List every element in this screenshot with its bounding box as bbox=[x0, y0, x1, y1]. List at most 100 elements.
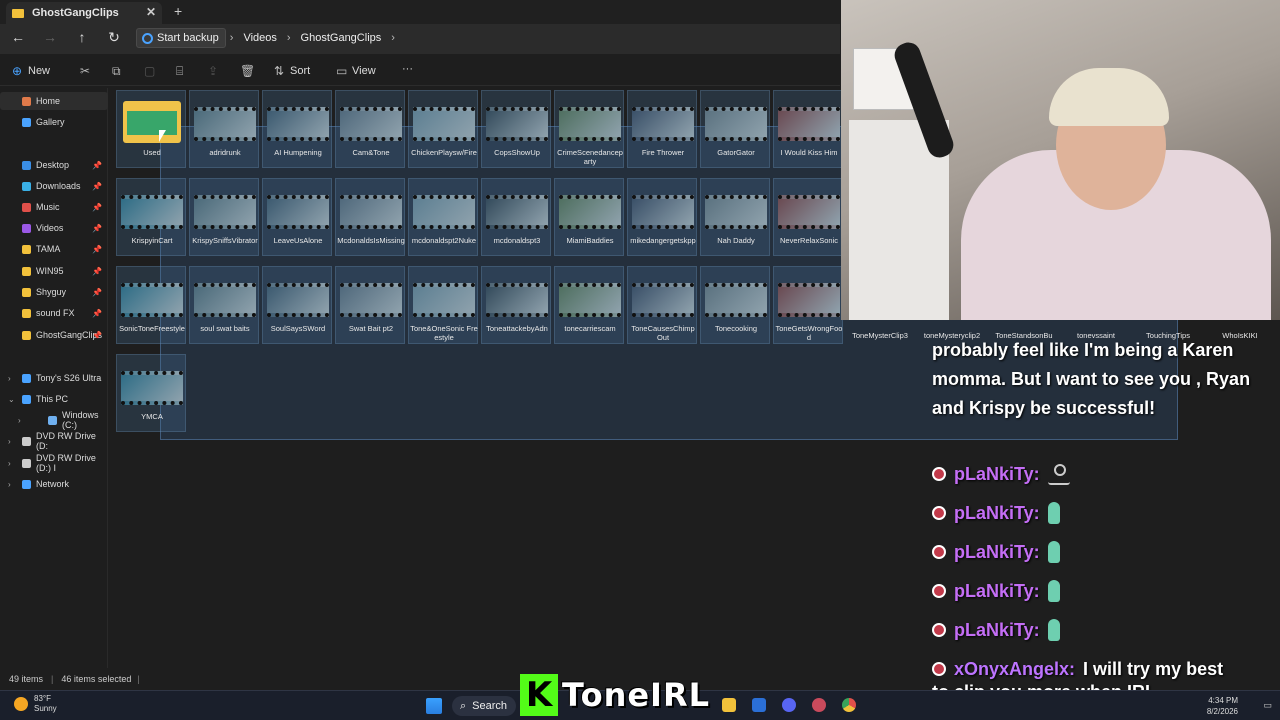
video-file-item[interactable]: Cam&Tone bbox=[335, 90, 405, 168]
chat-username: pLaNkiTy: bbox=[954, 502, 1040, 523]
video-thumbnail bbox=[486, 107, 548, 141]
video-file-item[interactable]: CrimeScenedanceparty bbox=[554, 90, 624, 168]
delete-icon[interactable]: 🗑 bbox=[240, 64, 255, 78]
sidebar-item-videos[interactable]: Videos 📌 bbox=[0, 219, 108, 237]
notification-icon[interactable]: ▭ bbox=[1263, 700, 1272, 711]
video-file-item[interactable]: KrispySniffsVibrator bbox=[189, 178, 259, 256]
close-tab-icon[interactable]: ✕ bbox=[146, 5, 156, 19]
video-file-item[interactable]: AI Humpening bbox=[262, 90, 332, 168]
breadcrumb-videos[interactable]: Videos bbox=[237, 29, 282, 47]
sidebar-item-sound-fx[interactable]: sound FX 📌 bbox=[0, 304, 108, 322]
video-file-item[interactable]: Nah Daddy bbox=[700, 178, 770, 256]
file-name: SonicToneFreestyle bbox=[119, 324, 185, 333]
discord-icon[interactable] bbox=[782, 698, 796, 712]
file-name: ToneCausesChimpOut bbox=[631, 324, 695, 342]
start-backup-button[interactable]: Start backup bbox=[136, 28, 226, 48]
forward-button[interactable]: → bbox=[40, 29, 60, 45]
new-tab-button[interactable]: + bbox=[174, 3, 182, 19]
expand-chevron-icon[interactable]: › bbox=[8, 437, 11, 446]
refresh-button[interactable]: ↻ bbox=[104, 29, 124, 46]
cut-icon[interactable]: ✂ bbox=[80, 64, 90, 78]
video-file-item[interactable]: ToneGetsWrongFood bbox=[773, 266, 843, 344]
video-file-item[interactable]: CopsShowUp bbox=[481, 90, 551, 168]
tab-ghostgangclips[interactable]: GhostGangClips ✕ bbox=[6, 2, 162, 24]
drive-icon bbox=[22, 479, 31, 489]
video-file-item[interactable]: KrispyinCart bbox=[116, 178, 186, 256]
taskbar-search[interactable]: ⌕ Search bbox=[452, 696, 516, 716]
expand-chevron-icon[interactable]: › bbox=[8, 459, 11, 468]
sidebar-item-shyguy[interactable]: Shyguy 📌 bbox=[0, 283, 108, 301]
video-file-item[interactable]: mcdonaldspt2Nuke bbox=[408, 178, 478, 256]
sidebar-item-this-pc[interactable]: ⌄ This PC bbox=[0, 390, 108, 408]
video-file-item[interactable]: Tone&OneSonic Freestyle bbox=[408, 266, 478, 344]
expand-chevron-icon[interactable]: › bbox=[8, 480, 11, 489]
video-file-item[interactable]: SonicToneFreestyle bbox=[116, 266, 186, 344]
expand-chevron-icon[interactable]: › bbox=[8, 374, 11, 383]
video-file-item[interactable]: NeverRelaxSonic bbox=[773, 178, 843, 256]
sidebar-item-win95[interactable]: WIN95 📌 bbox=[0, 262, 108, 280]
copy-icon[interactable]: ⧉ bbox=[112, 64, 121, 79]
breadcrumb-ghostgangclips[interactable]: GhostGangClips bbox=[295, 29, 388, 47]
sort-button[interactable]: Sort bbox=[290, 65, 310, 77]
video-file-item[interactable]: LeaveUsAlone bbox=[262, 178, 332, 256]
video-file-item[interactable]: I Would Kiss Him bbox=[773, 90, 843, 168]
status-bar: 49 items | 46 items selected | bbox=[9, 674, 140, 684]
video-file-item[interactable]: Tonecooking bbox=[700, 266, 770, 344]
file-name[interactable]: ToneMysterClip3 bbox=[846, 331, 914, 340]
sidebar-item-home[interactable]: Home bbox=[0, 92, 108, 110]
sidebar-item-label: Desktop bbox=[36, 160, 70, 170]
video-file-item[interactable]: tonecarriescam bbox=[554, 266, 624, 344]
weather-widget[interactable]: 83°F Sunny bbox=[14, 694, 57, 714]
paste-icon[interactable]: ▢ bbox=[144, 64, 155, 78]
file-explorer-icon[interactable] bbox=[722, 698, 736, 712]
sidebar-item-desktop[interactable]: Desktop 📌 bbox=[0, 156, 108, 174]
sidebar-item-network[interactable]: › Network bbox=[0, 475, 108, 493]
video-file-item[interactable]: ToneattackebyAdn bbox=[481, 266, 551, 344]
sidebar-item-dvd-rw-drive-d-[interactable]: › DVD RW Drive (D: bbox=[0, 431, 108, 451]
obs-icon[interactable] bbox=[812, 698, 826, 712]
folder-item[interactable]: Used bbox=[116, 90, 186, 168]
rename-icon[interactable]: ⌸ bbox=[176, 64, 183, 79]
file-name: SoulSaysSWord bbox=[270, 324, 326, 333]
chat-message-continuation: probably feel like I'm being a Karen mom… bbox=[932, 340, 1251, 418]
pin-icon: 📌 bbox=[92, 330, 102, 340]
video-file-item[interactable]: MiamiBaddies bbox=[554, 178, 624, 256]
sidebar-item-tony-s-s26-ultra[interactable]: › Tony's S26 Ultra bbox=[0, 369, 108, 387]
video-file-item[interactable]: adridrunk bbox=[189, 90, 259, 168]
sidebar-item-dvd-rw-drive-d-i[interactable]: › DVD RW Drive (D:) I bbox=[0, 453, 108, 473]
video-file-item[interactable]: mcdonaldspt3 bbox=[481, 178, 551, 256]
backup-icon bbox=[142, 33, 153, 44]
expand-chevron-icon[interactable]: › bbox=[18, 416, 21, 425]
sidebar-item-ghostgangclips[interactable]: GhostGangClips 📌 bbox=[0, 326, 108, 344]
video-file-item[interactable]: soul swat baits bbox=[189, 266, 259, 344]
view-button[interactable]: View bbox=[352, 65, 376, 77]
sidebar-item-music[interactable]: Music 📌 bbox=[0, 198, 108, 216]
sidebar-item-downloads[interactable]: Downloads 📌 bbox=[0, 177, 108, 195]
video-file-item[interactable]: ChickenPlaysw/Fire bbox=[408, 90, 478, 168]
video-file-item[interactable]: ToneCausesChimpOut bbox=[627, 266, 697, 344]
video-thumbnail bbox=[486, 195, 548, 229]
expand-chevron-icon[interactable]: ⌄ bbox=[8, 395, 15, 404]
video-file-item[interactable]: GatorGator bbox=[700, 90, 770, 168]
back-button[interactable]: ← bbox=[8, 29, 28, 45]
up-button[interactable]: ↑ bbox=[72, 29, 92, 45]
video-file-item[interactable]: McdonaldsIsMissing bbox=[335, 178, 405, 256]
share-icon[interactable]: ⇪ bbox=[208, 64, 218, 78]
sidebar-item-gallery[interactable]: Gallery bbox=[0, 113, 108, 131]
calculator-icon[interactable] bbox=[752, 698, 766, 712]
sun-icon bbox=[14, 697, 28, 711]
sidebar-item-windows-c-[interactable]: › Windows (C:) bbox=[0, 410, 108, 430]
video-file-item[interactable]: SoulSaysSWord bbox=[262, 266, 332, 344]
chrome-icon[interactable] bbox=[842, 698, 856, 712]
video-file-item[interactable]: mikedangergetskpp bbox=[627, 178, 697, 256]
breadcrumb-separator: › bbox=[229, 32, 234, 44]
new-button[interactable]: New bbox=[28, 65, 50, 77]
system-clock[interactable]: 4:34 PM 8/2/2026 bbox=[1207, 695, 1238, 717]
file-name: Tone&OneSonic Freestyle bbox=[410, 324, 478, 342]
video-file-item[interactable]: YMCA bbox=[116, 354, 186, 432]
start-button[interactable] bbox=[426, 698, 442, 714]
more-options-button[interactable]: ··· bbox=[402, 63, 413, 75]
sidebar-item-tama[interactable]: TAMA 📌 bbox=[0, 240, 108, 258]
video-file-item[interactable]: Swat Bait pt2 bbox=[335, 266, 405, 344]
video-file-item[interactable]: Fire Thrower bbox=[627, 90, 697, 168]
